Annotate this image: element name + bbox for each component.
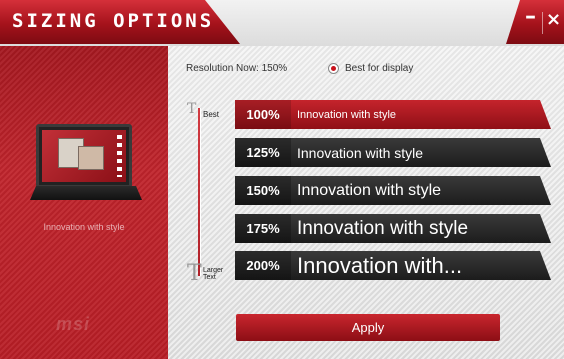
size-slider-track[interactable] <box>198 108 200 276</box>
close-button[interactable]: × <box>546 9 561 30</box>
larger-label-line1: Larger <box>203 267 224 274</box>
sizing-options-window: SIZING OPTIONS – × Innovation with style… <box>0 0 564 359</box>
option-sample-text: Innovation with style <box>297 217 469 239</box>
laptop-screen <box>36 124 132 188</box>
slider-larger-text-label: Larger Text <box>203 267 223 281</box>
sidebar-icons <box>117 135 122 177</box>
option-sample-text: Innovation with style <box>297 144 424 161</box>
apply-button[interactable]: Apply <box>236 314 500 341</box>
option-sample-text: Innovation with style <box>297 108 397 121</box>
content-area: Resolution Now: 150% Best for display T … <box>168 46 564 359</box>
large-text-icon: T <box>187 261 202 286</box>
small-text-icon: T <box>187 101 197 117</box>
best-for-display-label[interactable]: Best for display <box>345 63 413 74</box>
option-percent: 125% <box>235 138 291 167</box>
option-percent: 175% <box>235 214 291 243</box>
window-title: SIZING OPTIONS <box>12 10 215 32</box>
title-tab: SIZING OPTIONS <box>0 0 240 44</box>
preview-window-b <box>78 146 104 170</box>
option-percent: 200% <box>235 251 291 280</box>
resolution-now-label: Resolution Now: 150% <box>186 63 288 74</box>
option-sample-text: Innovation with style <box>297 181 442 199</box>
option-percent: 100% <box>235 100 291 129</box>
title-bar: SIZING OPTIONS – × <box>0 0 564 46</box>
laptop-illustration <box>30 124 142 210</box>
controls-divider <box>542 12 543 34</box>
laptop-display <box>42 130 126 182</box>
best-for-display-radio[interactable] <box>328 63 339 74</box>
size-option-100[interactable]: 100% Innovation with style <box>235 100 551 129</box>
larger-label-line2: Text <box>203 274 216 281</box>
left-panel: Innovation with style msi <box>0 46 168 359</box>
window-controls: – × <box>506 0 564 44</box>
option-percent: 150% <box>235 176 291 205</box>
msi-logo: msi <box>56 314 91 334</box>
size-option-125[interactable]: 125% Innovation with style <box>235 138 551 167</box>
size-option-175[interactable]: 175% Innovation with style <box>235 214 551 243</box>
size-option-200[interactable]: 200% Innovation with... <box>235 251 551 280</box>
minimize-button[interactable]: – <box>525 4 536 29</box>
slider-best-label: Best <box>203 110 220 119</box>
option-sample-text: Innovation with... <box>297 252 463 278</box>
size-option-150[interactable]: 150% Innovation with style <box>235 176 551 205</box>
left-caption: Innovation with style <box>43 222 125 232</box>
laptop-base <box>30 186 142 200</box>
